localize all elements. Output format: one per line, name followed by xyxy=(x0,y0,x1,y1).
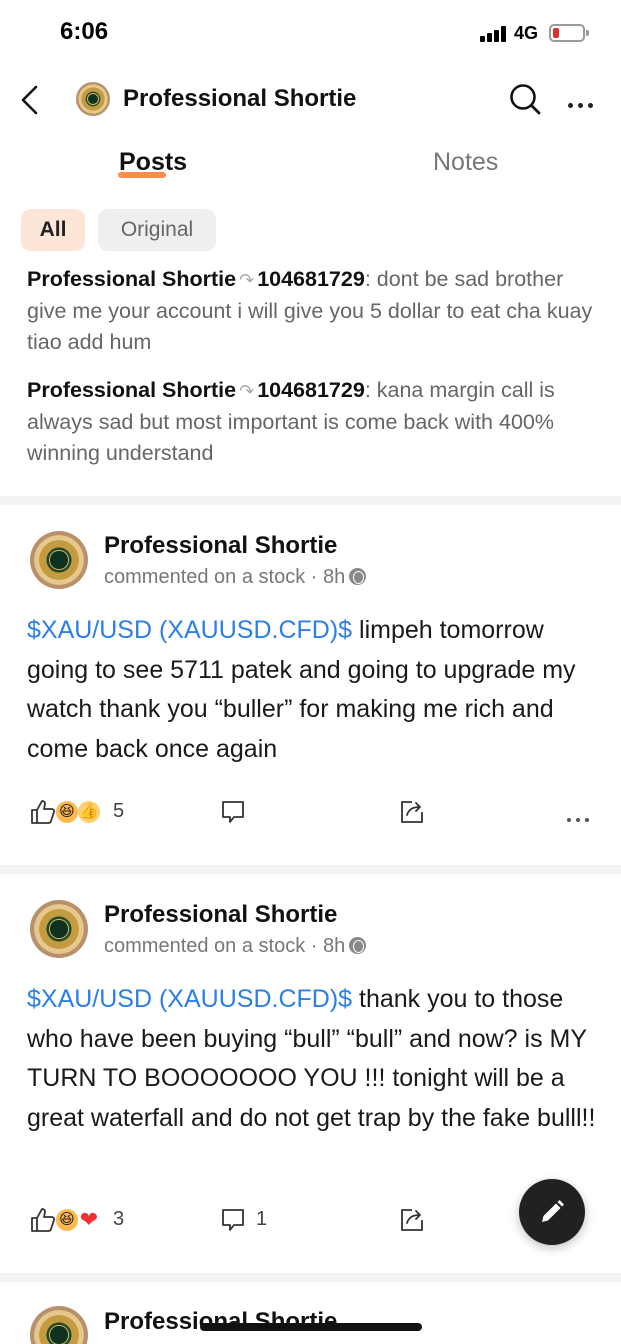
like-icon[interactable] xyxy=(30,1207,56,1233)
post-meta: commented on a stock · 8h xyxy=(104,935,367,958)
post-actions: 😆 👍 5 xyxy=(0,795,621,831)
post-body[interactable]: $XAU/USD (XAUUSD.CFD)$ limpeh tomorrow g… xyxy=(27,611,602,769)
battery-tip xyxy=(586,30,589,36)
laugh-reaction-icon: 😆 xyxy=(56,1209,78,1231)
globe-icon xyxy=(349,568,367,585)
post-meta: commented on a stock · 8h xyxy=(104,566,367,589)
reply-author: Professional Shortie xyxy=(27,267,237,291)
comment-icon[interactable] xyxy=(220,799,246,825)
signal-icon xyxy=(480,26,508,42)
status-bar: 6:06 4G xyxy=(0,0,621,70)
avatar[interactable] xyxy=(30,1306,88,1344)
filter-original[interactable]: Original xyxy=(98,209,216,251)
reply-arrow-icon: ↷ xyxy=(239,270,255,290)
post-meta-text: commented on a stock · 8h xyxy=(104,935,346,957)
avatar[interactable] xyxy=(76,82,110,116)
battery-icon xyxy=(549,24,585,42)
like-icon[interactable] xyxy=(30,799,56,825)
compose-button[interactable] xyxy=(519,1179,585,1245)
comment-icon[interactable] xyxy=(220,1207,246,1233)
tab-notes[interactable]: Notes xyxy=(433,148,498,177)
reply-preview[interactable]: Professional Shortie ↷ 104681729: kana mar… xyxy=(27,375,602,469)
post-author[interactable]: Professional Shortie xyxy=(104,901,337,929)
section-divider xyxy=(0,496,621,505)
more-icon[interactable] xyxy=(568,95,600,108)
stock-ticker-link[interactable]: $XAU/USD (XAUUSD.CFD)$ xyxy=(27,985,352,1013)
thumbs-up-reaction-icon: 👍 xyxy=(78,801,100,823)
avatar[interactable] xyxy=(30,531,88,589)
search-icon[interactable] xyxy=(508,82,542,116)
heart-reaction-icon: ❤ xyxy=(79,1207,99,1232)
section-divider xyxy=(0,865,621,874)
like-count: 5 xyxy=(113,800,125,822)
like-count: 3 xyxy=(113,1208,125,1230)
reply-preview[interactable]: Professional Shortie ↷ 104681729: dont be … xyxy=(27,264,602,358)
status-time: 6:06 xyxy=(60,18,109,45)
network-label: 4G xyxy=(514,23,539,43)
laugh-reaction-icon: 😆 xyxy=(56,801,78,823)
post-author[interactable]: Professional Shortie xyxy=(104,1308,337,1336)
avatar[interactable] xyxy=(30,900,88,958)
stock-ticker-link[interactable]: $XAU/USD (XAUUSD.CFD)$ xyxy=(27,616,352,644)
reply-target: 104681729 xyxy=(257,267,365,291)
share-icon[interactable] xyxy=(398,798,426,826)
reply-arrow-icon: ↷ xyxy=(239,381,255,401)
page-title: Professional Shortie xyxy=(123,85,357,112)
post-meta-text: commented on a stock · 8h xyxy=(104,566,346,588)
home-indicator xyxy=(200,1323,422,1331)
reply-author: Professional Shortie xyxy=(27,378,237,402)
globe-icon xyxy=(349,937,367,954)
filter-all[interactable]: All xyxy=(21,209,85,251)
share-icon[interactable] xyxy=(398,1206,426,1234)
post-author[interactable]: Professional Shortie xyxy=(104,532,337,560)
comment-count: 1 xyxy=(256,1208,268,1230)
back-icon[interactable] xyxy=(16,82,44,118)
tab-posts[interactable]: Posts xyxy=(119,148,187,177)
edit-icon xyxy=(542,1200,564,1222)
post-body[interactable]: $XAU/USD (XAUUSD.CFD)$ thank you to thos… xyxy=(27,980,602,1138)
post-more-icon[interactable] xyxy=(567,809,601,822)
reply-target: 104681729 xyxy=(257,378,365,402)
section-divider xyxy=(0,1273,621,1282)
